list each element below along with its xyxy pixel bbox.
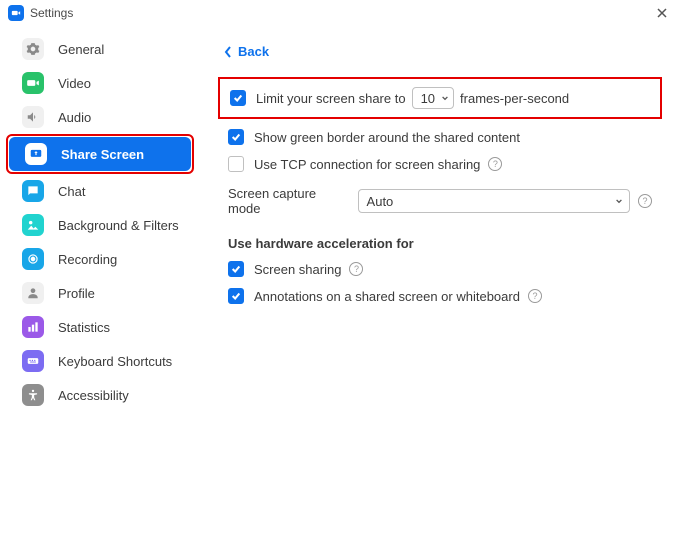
sidebar-item-label: Keyboard Shortcuts bbox=[58, 354, 172, 369]
green-border-row: Show green border around the shared cont… bbox=[218, 125, 662, 149]
chevron-down-icon bbox=[615, 194, 623, 209]
capture-mode-select[interactable]: Auto bbox=[358, 189, 630, 213]
hw-screen-sharing-label: Screen sharing bbox=[254, 262, 341, 277]
sidebar-item-audio[interactable]: Audio bbox=[6, 100, 194, 134]
help-icon[interactable]: ? bbox=[528, 289, 542, 303]
back-label: Back bbox=[238, 44, 269, 59]
help-icon[interactable]: ? bbox=[349, 262, 363, 276]
limit-fps-checkbox[interactable] bbox=[230, 90, 246, 106]
chat-icon bbox=[22, 180, 44, 202]
hw-annotations-row: Annotations on a shared screen or whiteb… bbox=[218, 284, 662, 308]
sidebar-item-profile[interactable]: Profile bbox=[6, 276, 194, 310]
sidebar-item-keyboard-shortcuts[interactable]: Keyboard Shortcuts bbox=[6, 344, 194, 378]
sidebar-item-label: Recording bbox=[58, 252, 117, 267]
content-panel: Back Limit your screen share to 10 frame… bbox=[200, 26, 680, 560]
titlebar: Settings bbox=[0, 0, 680, 26]
hw-annotations-label: Annotations on a shared screen or whiteb… bbox=[254, 289, 520, 304]
tcp-checkbox[interactable] bbox=[228, 156, 244, 172]
green-border-checkbox[interactable] bbox=[228, 129, 244, 145]
sidebar-item-recording[interactable]: Recording bbox=[6, 242, 194, 276]
recording-icon bbox=[22, 248, 44, 270]
share-screen-icon bbox=[25, 143, 47, 165]
capture-mode-row: Screen capture mode Auto ? bbox=[218, 182, 662, 220]
tcp-row: Use TCP connection for screen sharing ? bbox=[218, 152, 662, 176]
accessibility-icon bbox=[22, 384, 44, 406]
sidebar-item-label: Video bbox=[58, 76, 91, 91]
app-icon bbox=[8, 5, 24, 21]
sidebar-item-share-screen[interactable]: Share Screen bbox=[9, 137, 191, 171]
capture-mode-value: Auto bbox=[367, 194, 394, 209]
sidebar-item-video[interactable]: Video bbox=[6, 66, 194, 100]
profile-icon bbox=[22, 282, 44, 304]
sidebar-item-accessibility[interactable]: Accessibility bbox=[6, 378, 194, 412]
sidebar-item-chat[interactable]: Chat bbox=[6, 174, 194, 208]
limit-fps-label-pre: Limit your screen share to bbox=[256, 91, 406, 106]
keyboard-icon bbox=[22, 350, 44, 372]
capture-mode-label: Screen capture mode bbox=[228, 186, 350, 216]
window-title: Settings bbox=[30, 6, 73, 20]
limit-fps-select[interactable]: 10 bbox=[412, 87, 454, 109]
help-icon[interactable]: ? bbox=[488, 157, 502, 171]
sidebar: General Video Audio Share Screen Chat bbox=[0, 26, 200, 560]
gear-icon bbox=[22, 38, 44, 60]
sidebar-item-label: Statistics bbox=[58, 320, 110, 335]
back-button[interactable]: Back bbox=[224, 44, 269, 59]
limit-fps-row-highlight: Limit your screen share to 10 frames-per… bbox=[218, 77, 662, 119]
help-icon[interactable]: ? bbox=[638, 194, 652, 208]
sidebar-item-statistics[interactable]: Statistics bbox=[6, 310, 194, 344]
limit-fps-value: 10 bbox=[421, 91, 435, 106]
sidebar-item-label: Chat bbox=[58, 184, 85, 199]
hw-accel-heading: Use hardware acceleration for bbox=[228, 236, 662, 251]
sidebar-item-general[interactable]: General bbox=[6, 32, 194, 66]
sidebar-item-label: Accessibility bbox=[58, 388, 129, 403]
audio-icon bbox=[22, 106, 44, 128]
sidebar-item-label: General bbox=[58, 42, 104, 57]
green-border-label: Show green border around the shared cont… bbox=[254, 130, 520, 145]
chevron-down-icon bbox=[441, 91, 449, 106]
tcp-label: Use TCP connection for screen sharing bbox=[254, 157, 480, 172]
video-icon bbox=[22, 72, 44, 94]
close-button[interactable] bbox=[652, 3, 672, 23]
sidebar-item-label: Share Screen bbox=[61, 147, 144, 162]
hw-annotations-checkbox[interactable] bbox=[228, 288, 244, 304]
background-filters-icon bbox=[22, 214, 44, 236]
limit-fps-label-post: frames-per-second bbox=[460, 91, 569, 106]
statistics-icon bbox=[22, 316, 44, 338]
hw-screen-sharing-row: Screen sharing ? bbox=[218, 257, 662, 281]
sidebar-item-label: Audio bbox=[58, 110, 91, 125]
sidebar-item-label: Background & Filters bbox=[58, 218, 179, 233]
sidebar-item-background-filters[interactable]: Background & Filters bbox=[6, 208, 194, 242]
sidebar-item-label: Profile bbox=[58, 286, 95, 301]
hw-screen-sharing-checkbox[interactable] bbox=[228, 261, 244, 277]
